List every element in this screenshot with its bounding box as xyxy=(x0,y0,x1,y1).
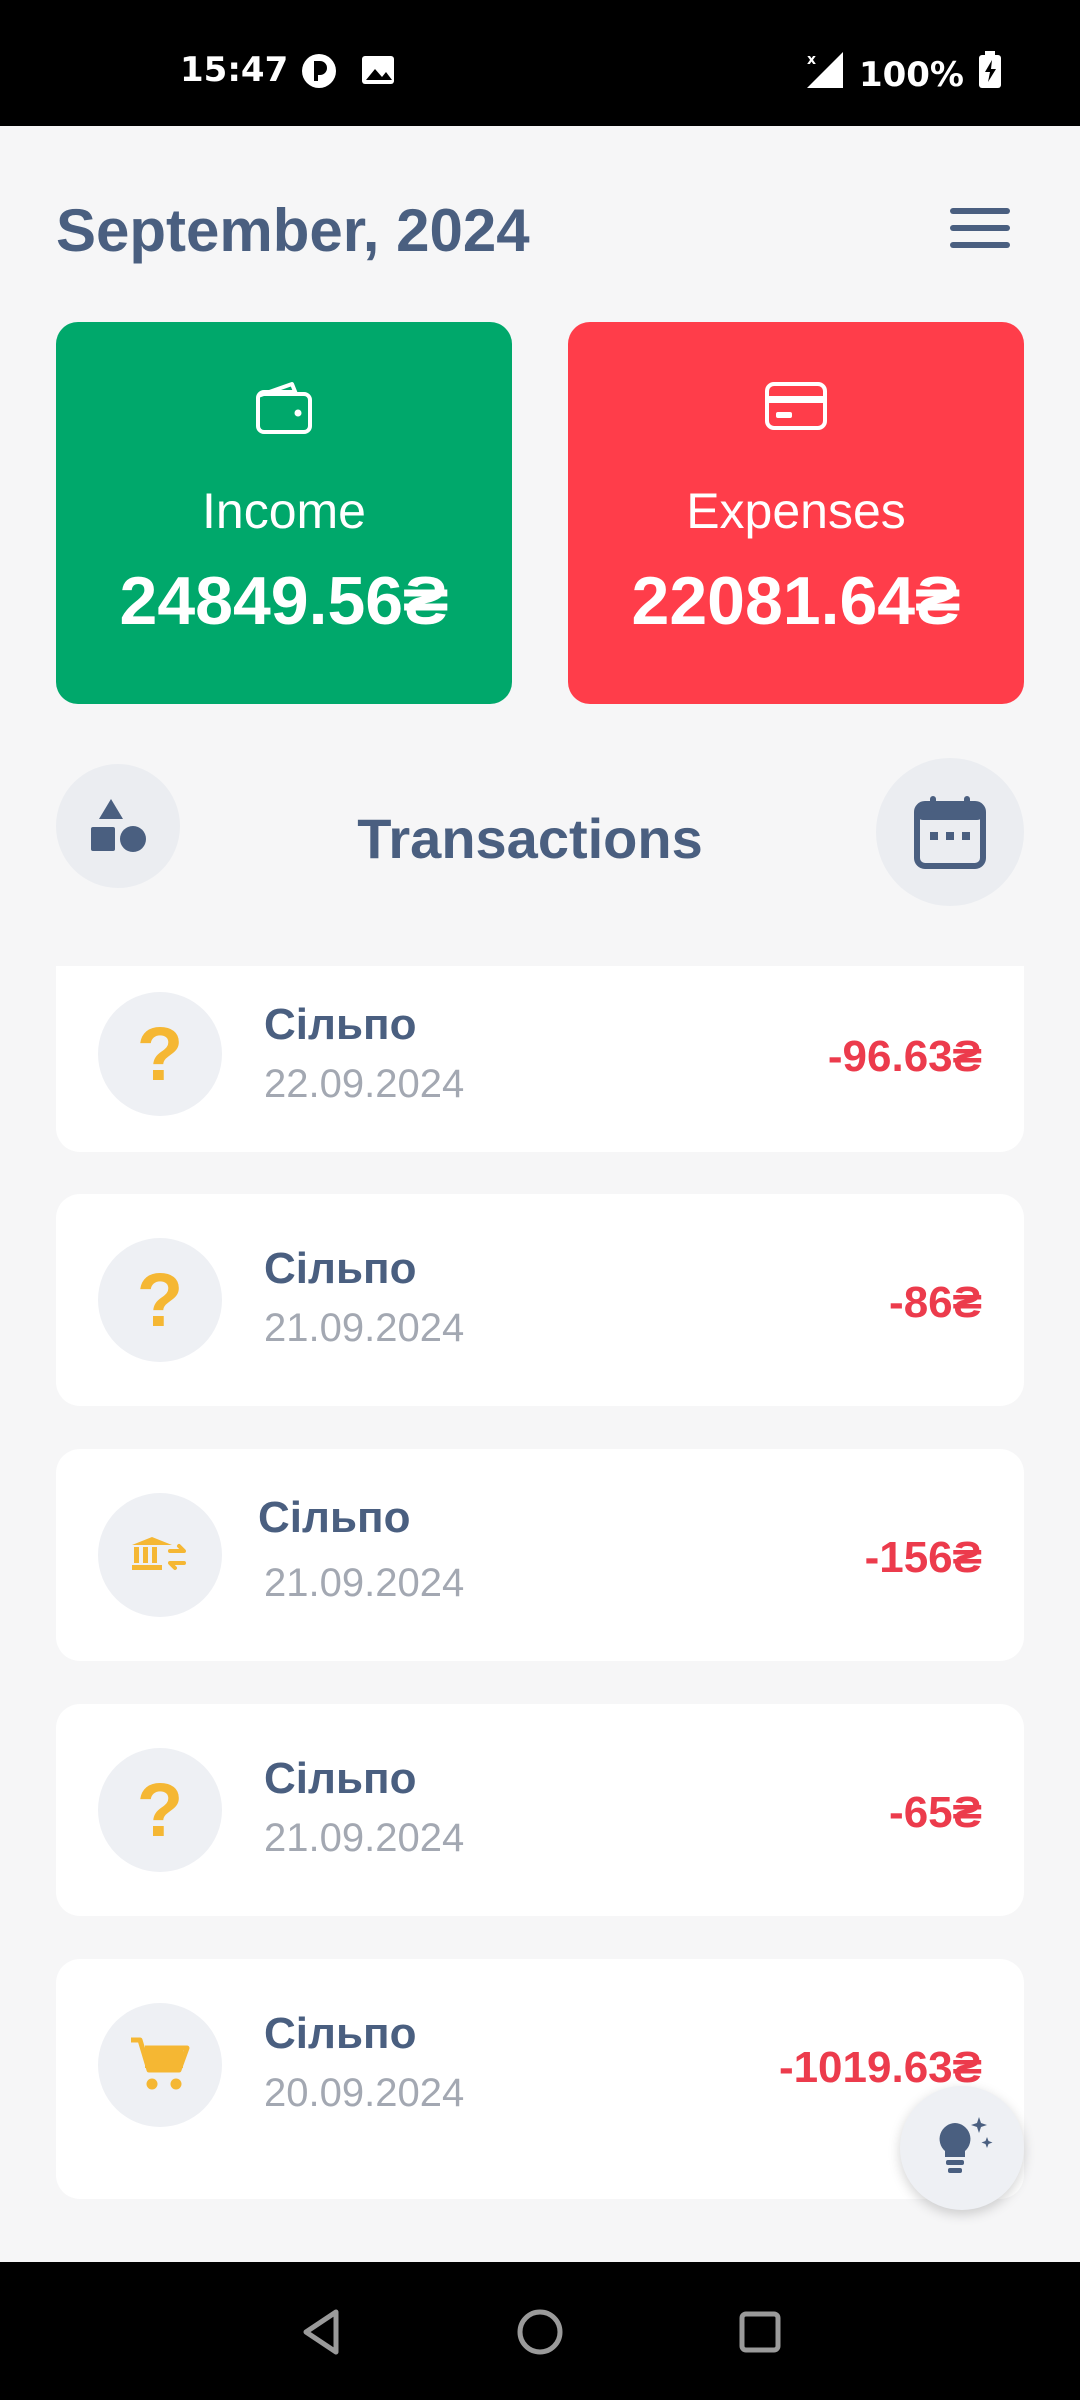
transaction-item[interactable]: ? Сільпо 21.09.2024 -86₴ xyxy=(56,1194,1024,1406)
gallery-icon xyxy=(360,52,396,99)
expenses-label: Expenses xyxy=(686,483,906,539)
recents-square-icon xyxy=(739,2311,781,2353)
back-triangle-icon xyxy=(303,2309,339,2355)
question-icon: ? xyxy=(98,1238,222,1362)
transaction-date: 21.09.2024 xyxy=(264,1561,465,1605)
svg-text:x: x xyxy=(807,52,816,68)
transaction-amount: -1019.63₴ xyxy=(778,2043,982,2092)
nav-home-button[interactable] xyxy=(510,2302,570,2362)
transaction-date: 21.09.2024 xyxy=(264,1816,465,1860)
calendar-button[interactable] xyxy=(876,758,1024,906)
notification-icon xyxy=(300,52,338,99)
transaction-amount: -156₴ xyxy=(864,1533,982,1582)
question-icon: ? xyxy=(98,992,222,1116)
nav-recents-button[interactable] xyxy=(730,2302,790,2362)
transaction-name: Сільпо xyxy=(264,2009,417,2058)
question-icon: ? xyxy=(98,1748,222,1872)
bank-transfer-icon xyxy=(98,1493,222,1617)
nav-back-button[interactable] xyxy=(292,2302,352,2362)
app-screen: September, 2024 Income 24849.56₴ Expense… xyxy=(0,126,1080,2262)
battery-text: 100% xyxy=(858,54,964,95)
transaction-date: 21.09.2024 xyxy=(264,1306,465,1350)
calendar-icon xyxy=(914,796,986,869)
income-value: 24849.56₴ xyxy=(119,563,449,639)
battery-charging-icon xyxy=(978,51,1002,98)
transaction-name: Сільпо xyxy=(264,1000,417,1049)
transaction-amount: -65₴ xyxy=(889,1788,982,1837)
transaction-date: 20.09.2024 xyxy=(264,2071,465,2115)
income-label: Income xyxy=(202,483,366,539)
transaction-item[interactable]: Сільпо 21.09.2024 -156₴ xyxy=(56,1449,1024,1661)
transaction-item[interactable]: ? Сільпо 22.09.2024 -96.63₴ xyxy=(56,966,1024,1152)
expenses-value: 22081.64₴ xyxy=(631,563,961,639)
credit-card-icon xyxy=(765,382,827,430)
lightbulb-sparkle-icon xyxy=(939,2117,993,2173)
signal-icon: x xyxy=(805,50,845,99)
page-title: September, 2024 xyxy=(56,197,530,264)
transaction-name: Сільпо xyxy=(258,1493,411,1542)
transaction-date: 22.09.2024 xyxy=(264,1062,465,1106)
status-bar: 15:47 x 100% xyxy=(0,0,1080,126)
expenses-card[interactable]: Expenses 22081.64₴ xyxy=(568,322,1024,704)
wallet-icon xyxy=(256,382,312,434)
transaction-amount: -96.63₴ xyxy=(827,1032,982,1081)
transaction-item[interactable]: Сільпо 20.09.2024 -1019.63₴ xyxy=(56,1959,1024,2199)
transaction-item[interactable]: ? Сільпо 21.09.2024 -65₴ xyxy=(56,1704,1024,1916)
menu-button[interactable] xyxy=(950,206,1020,262)
income-card[interactable]: Income 24849.56₴ xyxy=(56,322,512,704)
system-nav-bar xyxy=(0,2262,1080,2400)
shopping-cart-icon xyxy=(98,2003,222,2127)
transaction-name: Сільпо xyxy=(264,1244,417,1293)
tips-fab-button[interactable] xyxy=(900,2086,1024,2210)
home-circle-icon xyxy=(517,2309,563,2355)
transaction-name: Сільпо xyxy=(264,1754,417,1803)
status-time: 15:47 xyxy=(180,50,289,90)
transactions-list[interactable]: ? Сільпо 22.09.2024 -96.63₴ ? Сільпо 21.… xyxy=(0,966,1080,2276)
hamburger-menu-icon xyxy=(950,208,1010,248)
transaction-amount: -86₴ xyxy=(889,1278,982,1327)
